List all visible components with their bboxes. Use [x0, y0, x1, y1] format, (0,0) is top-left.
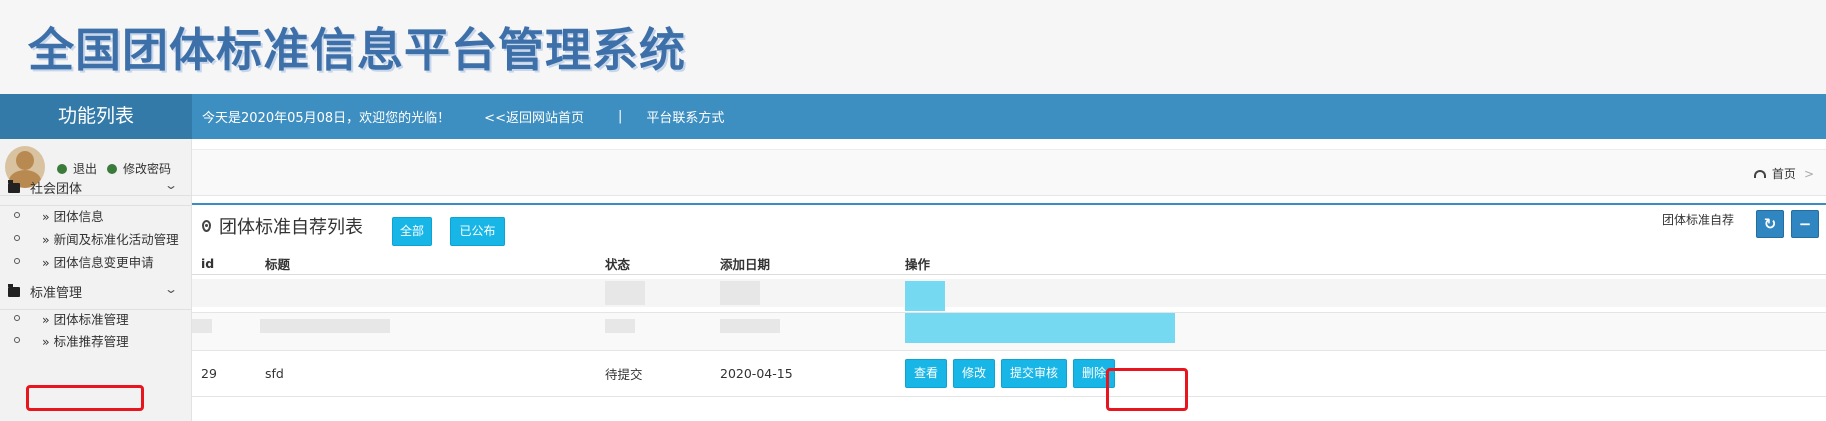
- sidebar-item-label: » 团体标准管理: [42, 311, 129, 327]
- edit-button[interactable]: 修改: [953, 359, 996, 388]
- filter-all-button[interactable]: 全部: [392, 217, 432, 246]
- sidebar-item-info-change[interactable]: » 团体信息变更申请: [0, 248, 192, 274]
- redacted-block: [605, 319, 635, 333]
- top-navbar: 功能列表 今天是2020年05月08日，欢迎您的光临！ <<返回网站首页 | 平…: [0, 94, 1826, 139]
- redacted-block: [605, 281, 645, 305]
- app-title: 全国团体标准信息平台管理系统: [28, 23, 686, 77]
- cell-actions: 查看 修改 提交审核 删除: [905, 351, 1121, 396]
- redacted-block: [905, 281, 945, 311]
- bullet-icon: [14, 235, 20, 241]
- menu-title: 功能列表: [0, 94, 192, 139]
- table-header-row: id 标题 状态 添加日期 操作: [192, 253, 1826, 275]
- records-table: id 标题 状态 添加日期 操作 29 sfd 待提交 2020-04-15 查…: [192, 253, 1826, 397]
- redacted-block: [192, 319, 212, 333]
- table-row-redacted: [192, 313, 1826, 351]
- folder-icon: [8, 179, 20, 193]
- breadcrumb-bar: 首页 >: [192, 149, 1826, 196]
- sidebar-item-label: » 团体信息: [42, 208, 104, 224]
- panel-title: 团体标准自荐列表: [202, 213, 363, 239]
- submit-review-button[interactable]: 提交审核: [1001, 359, 1068, 388]
- column-header-date: 添加日期: [720, 257, 771, 272]
- cell-status: 待提交: [605, 367, 643, 382]
- column-header-title: 标题: [265, 257, 291, 272]
- highlight-box-sidebar: [26, 385, 144, 411]
- redacted-block: [192, 279, 1826, 307]
- chevron-down-icon: ⌄: [163, 282, 179, 296]
- sidebar-group-label: 标准管理: [30, 286, 83, 301]
- breadcrumb-home[interactable]: 首页: [1772, 165, 1796, 182]
- back-home-link[interactable]: <<返回网站首页: [484, 107, 584, 126]
- redacted-block: [720, 281, 760, 305]
- sidebar-item-label: » 标准推荐管理: [42, 333, 129, 349]
- bullet-icon: [14, 258, 20, 264]
- collapse-button[interactable]: −: [1791, 210, 1819, 238]
- sidebar-item-label: » 新闻及标准化活动管理: [42, 231, 179, 247]
- refresh-button[interactable]: ↻: [1756, 210, 1784, 238]
- sidebar: 退出 修改密码 社会团体 ⌄ » 团体信息 » 新闻及标准化活动管理 » 团体信…: [0, 139, 192, 421]
- breadcrumb-arrow: >: [1803, 166, 1814, 181]
- contact-link[interactable]: 平台联系方式: [646, 107, 724, 126]
- bullet-icon: [14, 212, 20, 218]
- breadcrumb: 首页 >: [1753, 165, 1814, 182]
- bullet-icon: [14, 337, 20, 343]
- cell-title: sfd: [265, 366, 284, 381]
- table-row: 29 sfd 待提交 2020-04-15 查看 修改 提交审核 删除: [192, 351, 1826, 397]
- highlight-box-submit: [1106, 368, 1188, 411]
- nav-separator: |: [617, 109, 623, 124]
- header-banner: 全国团体标准信息平台管理系统: [0, 0, 1826, 94]
- sidebar-item-recommend-manage[interactable]: » 标准推荐管理: [0, 327, 192, 353]
- panel-right-label: 团体标准自荐: [1661, 213, 1734, 227]
- sidebar-item-label: » 团体信息变更申请: [42, 254, 154, 270]
- view-button[interactable]: 查看: [905, 359, 948, 388]
- main-content: 首页 > 团体标准自荐列表 全部 已公布 团体标准自荐 ↻ − id 标题 状态…: [192, 139, 1826, 421]
- welcome-text: 今天是2020年05月08日，欢迎您的光临！: [202, 111, 451, 126]
- column-header-status: 状态: [605, 257, 631, 272]
- folder-icon: [8, 283, 20, 297]
- column-header-actions: 操作: [905, 257, 931, 272]
- list-panel: 团体标准自荐列表 全部 已公布 团体标准自荐 ↻ − id 标题 状态 添加日期…: [192, 203, 1826, 421]
- redacted-block: [720, 319, 780, 333]
- dashboard-icon: [1753, 169, 1766, 178]
- panel-title-text: 团体标准自荐列表: [219, 217, 363, 238]
- filter-published-button[interactable]: 已公布: [450, 217, 505, 246]
- redacted-block: [905, 313, 1175, 343]
- table-row-redacted: [192, 275, 1826, 313]
- sidebar-group-organization[interactable]: 社会团体 ⌄: [0, 170, 192, 206]
- chevron-down-icon: ⌄: [163, 178, 179, 192]
- cell-id: 29: [201, 366, 217, 381]
- navbar-links: 今天是2020年05月08日，欢迎您的光临！ <<返回网站首页 | 平台联系方式: [202, 94, 758, 139]
- column-header-id: id: [201, 256, 215, 271]
- sidebar-group-label: 社会团体: [30, 182, 83, 197]
- redacted-block: [260, 319, 390, 333]
- bullet-icon: [14, 315, 20, 321]
- map-marker-icon: [202, 220, 211, 232]
- cell-date: 2020-04-15: [720, 366, 793, 381]
